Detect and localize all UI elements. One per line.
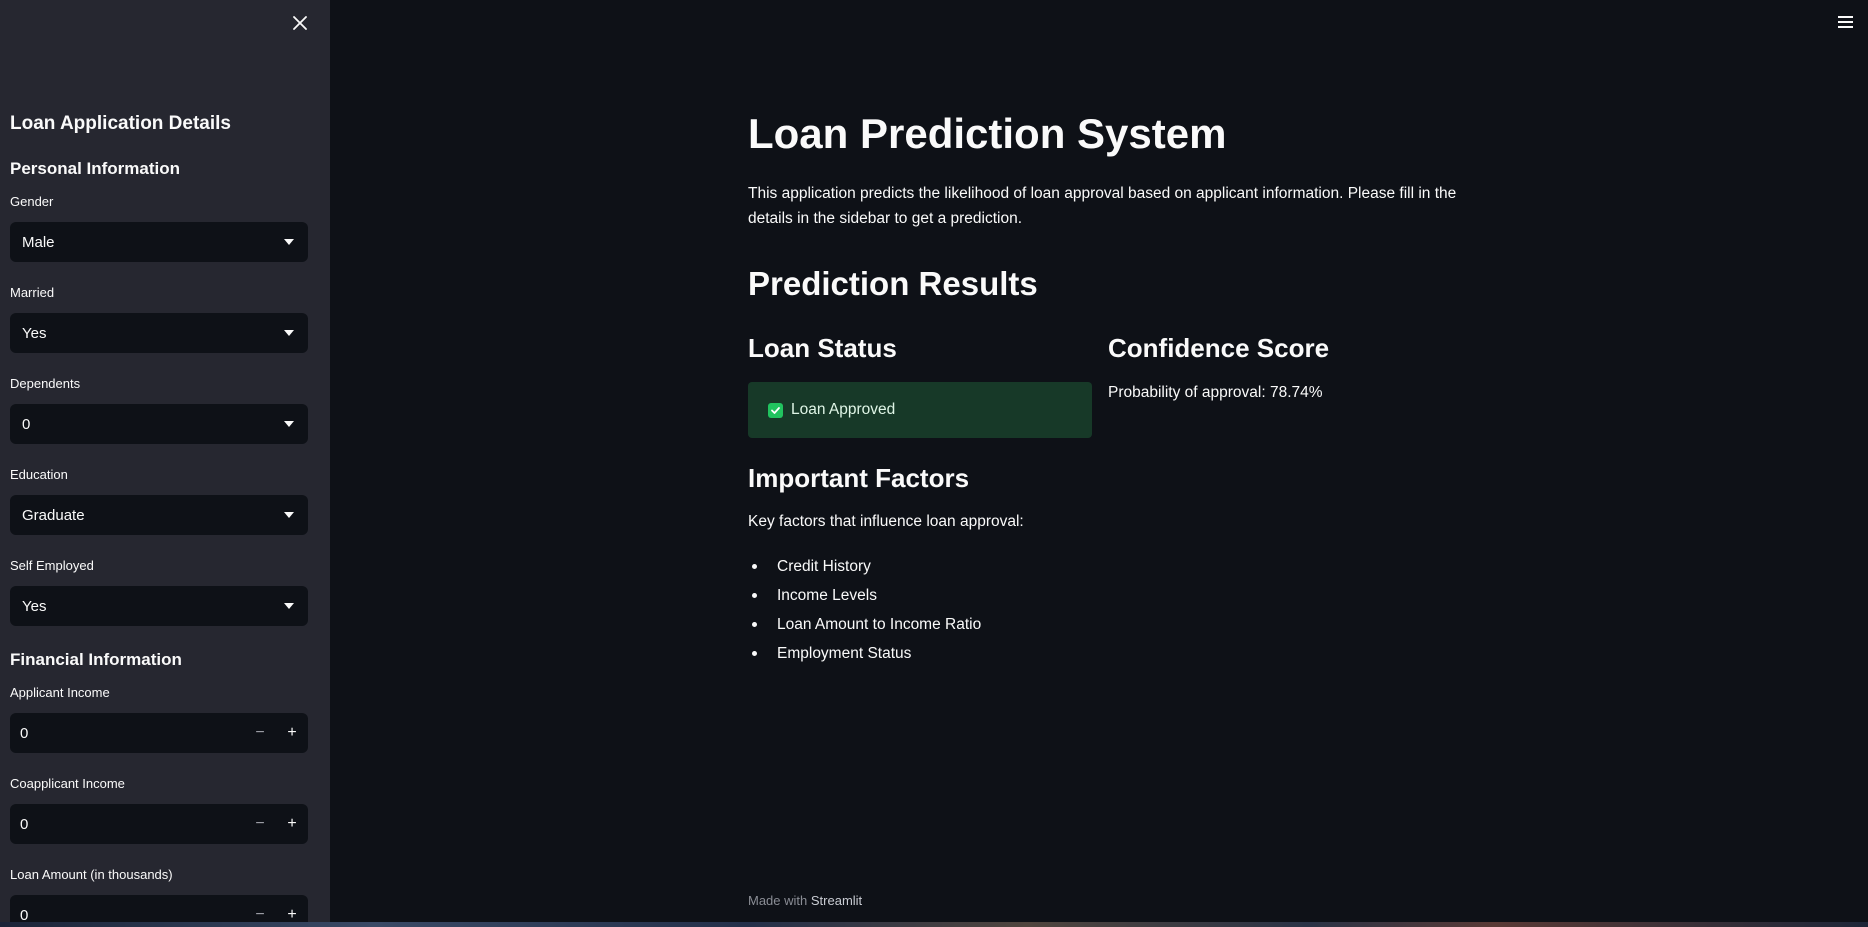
- increment-button[interactable]: +: [276, 895, 308, 922]
- self-employed-value: Yes: [22, 597, 47, 615]
- footer-made-with: Made with: [748, 893, 808, 908]
- married-value: Yes: [22, 324, 47, 342]
- coapplicant-income-label: Coapplicant Income: [10, 776, 125, 791]
- sidebar: Loan Application Details Personal Inform…: [0, 0, 330, 922]
- loan-status-message: Loan Approved: [791, 401, 896, 418]
- loan-amount-input[interactable]: 0 − +: [10, 895, 308, 922]
- footer: Made with Streamlit: [748, 893, 862, 908]
- sidebar-title: Loan Application Details: [10, 113, 231, 134]
- dependents-label: Dependents: [10, 376, 81, 391]
- married-select[interactable]: Yes: [10, 313, 308, 353]
- gender-value: Male: [22, 233, 55, 251]
- intro-text: This application predicts the likelihood…: [748, 185, 1457, 227]
- confidence-score-heading: Confidence Score: [1108, 333, 1330, 363]
- hamburger-menu-icon: [1838, 16, 1853, 18]
- chevron-down-icon: [284, 239, 294, 245]
- gender-label: Gender: [10, 194, 54, 209]
- list-item: Credit History: [748, 552, 981, 581]
- increment-button[interactable]: +: [276, 804, 308, 844]
- dependents-select[interactable]: 0: [10, 404, 308, 444]
- hamburger-line: [1838, 26, 1853, 28]
- factors-intro: Key factors that influence loan approval…: [748, 513, 1024, 530]
- gender-select[interactable]: Male: [10, 222, 308, 262]
- applicant-income-input[interactable]: 0 − +: [10, 713, 308, 753]
- list-item: Loan Amount to Income Ratio: [748, 610, 981, 639]
- dependents-value: 0: [22, 415, 31, 433]
- personal-info-heading: Personal Information: [10, 159, 181, 178]
- main-menu-button[interactable]: [1836, 12, 1856, 32]
- hamburger-line: [1838, 21, 1853, 23]
- decrement-button[interactable]: −: [244, 804, 276, 844]
- education-value: Graduate: [22, 506, 85, 524]
- chevron-down-icon: [284, 330, 294, 336]
- increment-button[interactable]: +: [276, 713, 308, 753]
- coapplicant-income-value[interactable]: 0: [10, 816, 244, 833]
- coapplicant-income-input[interactable]: 0 − +: [10, 804, 308, 844]
- factors-list: Credit History Income Levels Loan Amount…: [748, 552, 981, 668]
- close-icon: [293, 16, 307, 30]
- loan-amount-label: Loan Amount (in thousands): [10, 867, 173, 882]
- chevron-down-icon: [284, 421, 294, 427]
- close-sidebar-button[interactable]: [288, 11, 312, 35]
- prediction-results-heading: Prediction Results: [748, 265, 1038, 302]
- financial-info-heading: Financial Information: [10, 650, 182, 669]
- self-employed-select[interactable]: Yes: [10, 586, 308, 626]
- footer-brand-link[interactable]: Streamlit: [811, 893, 862, 908]
- chevron-down-icon: [284, 603, 294, 609]
- education-select[interactable]: Graduate: [10, 495, 308, 535]
- applicant-income-label: Applicant Income: [10, 685, 110, 700]
- decrement-button[interactable]: −: [244, 713, 276, 753]
- taskbar-strip: [0, 922, 1868, 927]
- education-label: Education: [10, 467, 68, 482]
- sidebar-content: Loan Application Details Personal Inform…: [10, 112, 308, 922]
- page-title: Loan Prediction System: [748, 110, 1227, 157]
- list-item: Employment Status: [748, 639, 981, 668]
- loan-status-alert: Loan Approved: [748, 382, 1092, 438]
- chevron-down-icon: [284, 512, 294, 518]
- check-icon: [768, 402, 783, 418]
- loan-status-heading: Loan Status: [748, 333, 897, 363]
- app: Loan Application Details Personal Inform…: [0, 0, 1868, 927]
- approval-probability: Probability of approval: 78.74%: [1108, 384, 1323, 401]
- self-employed-label: Self Employed: [10, 558, 94, 573]
- married-label: Married: [10, 285, 55, 300]
- decrement-button[interactable]: −: [244, 895, 276, 922]
- loan-amount-value[interactable]: 0: [10, 907, 244, 923]
- important-factors-heading: Important Factors: [748, 463, 970, 493]
- applicant-income-value[interactable]: 0: [10, 725, 244, 742]
- list-item: Income Levels: [748, 581, 981, 610]
